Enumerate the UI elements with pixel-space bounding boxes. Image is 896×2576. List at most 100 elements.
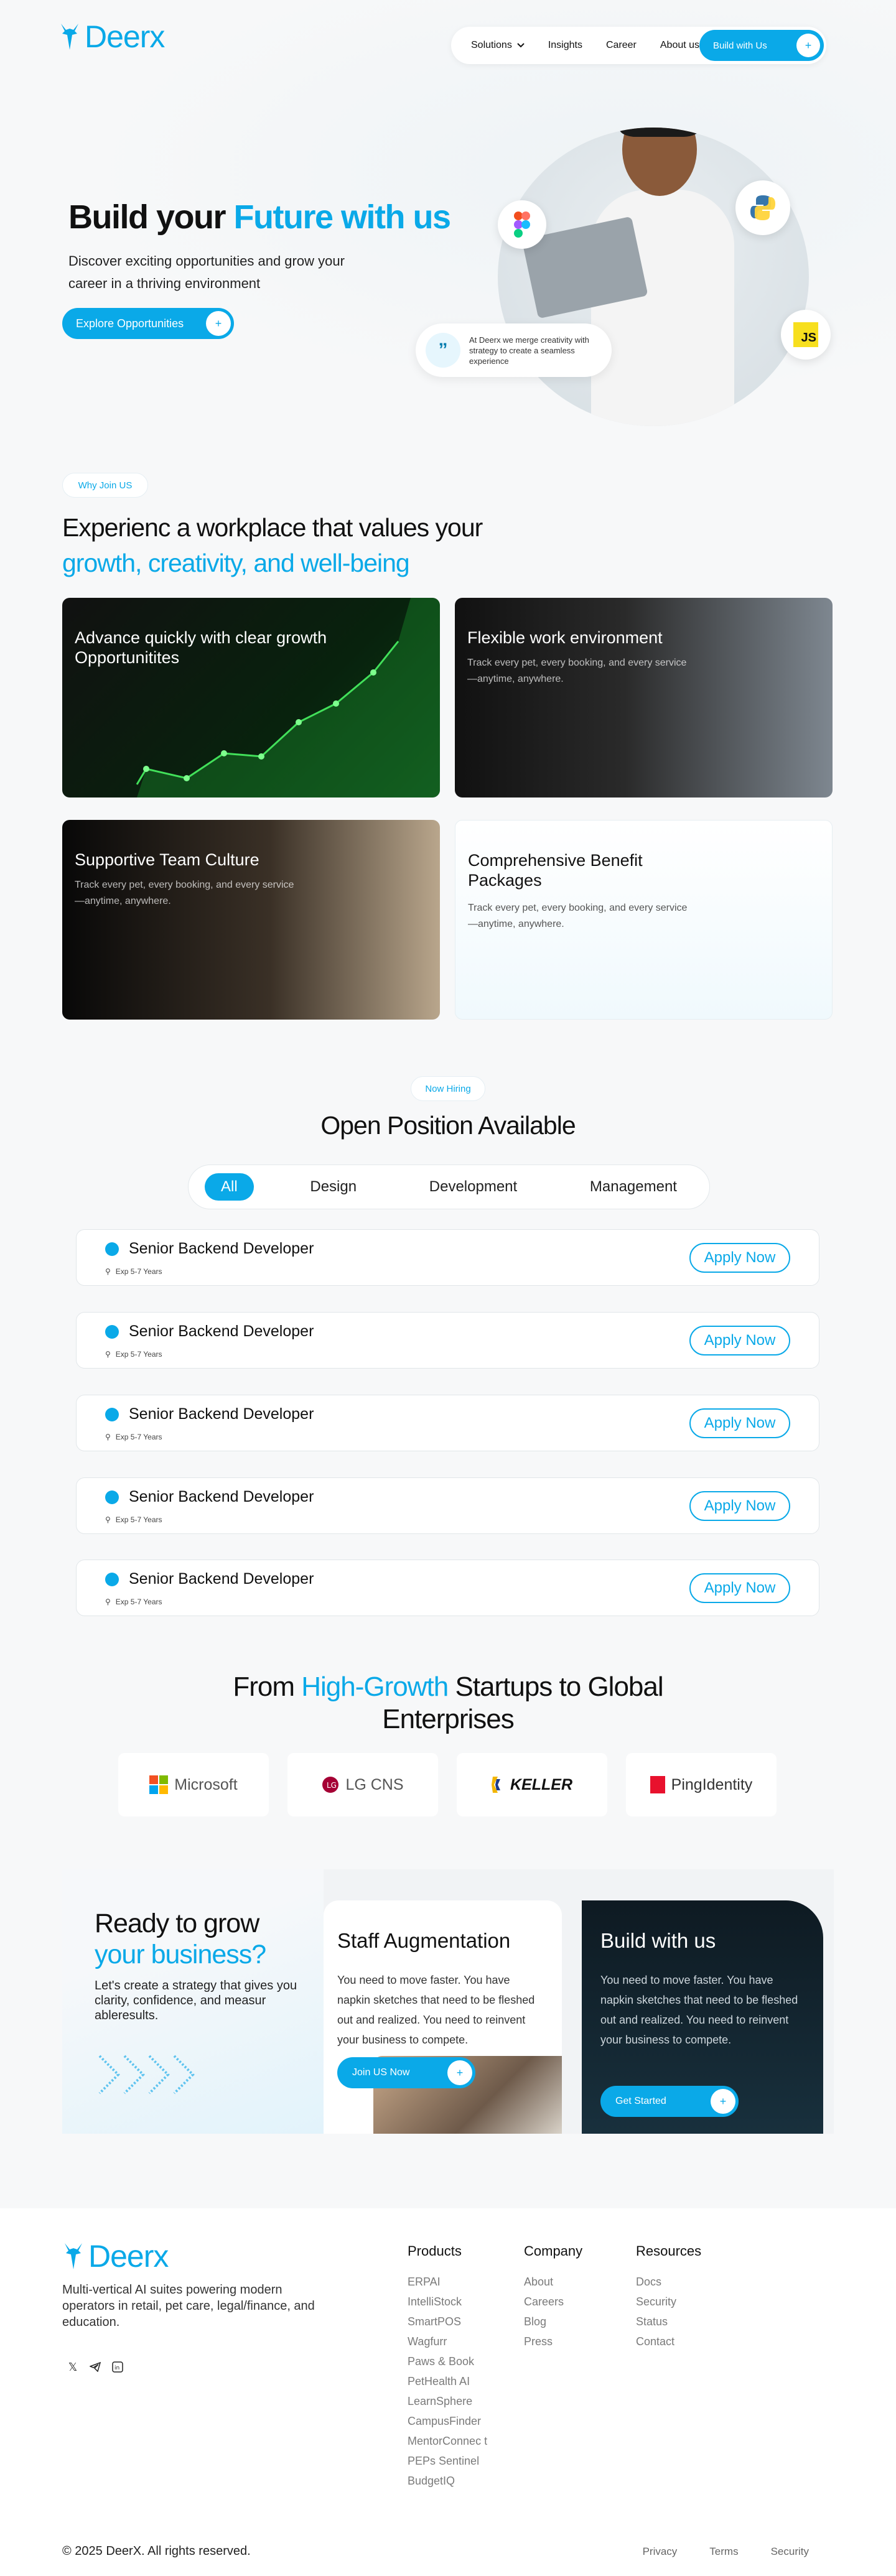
- deer-logo-icon: [65, 2243, 82, 2269]
- telegram-icon[interactable]: [88, 2360, 102, 2374]
- pin-icon: ⚲: [105, 1597, 111, 1606]
- build-title: Build with us: [600, 1929, 716, 1952]
- pin-icon: ⚲: [105, 1433, 111, 1441]
- svg-text:in: in: [114, 2365, 119, 2371]
- footer-link[interactable]: Blog: [524, 2312, 605, 2332]
- footer-link[interactable]: Status: [636, 2312, 717, 2332]
- footer-link[interactable]: About: [524, 2272, 605, 2292]
- footer-link[interactable]: Wagfurr: [408, 2332, 488, 2351]
- staff-title: Staff Augmentation: [337, 1929, 511, 1952]
- footer-link[interactable]: Contact: [636, 2332, 717, 2351]
- nav-item-about[interactable]: About us: [660, 40, 699, 51]
- pin-icon: ⚲: [105, 1350, 111, 1359]
- footer-link[interactable]: ERPAI: [408, 2272, 488, 2292]
- job-title: Senior Backend Developer: [129, 1323, 314, 1340]
- apply-now-button[interactable]: Apply Now: [689, 1326, 790, 1355]
- chevron-arrows-icon: [98, 2055, 195, 2095]
- footer-link[interactable]: Docs: [636, 2272, 717, 2292]
- tab-development[interactable]: Development: [413, 1173, 533, 1201]
- job-title: Senior Backend Developer: [129, 1240, 314, 1257]
- python-icon: [735, 180, 790, 235]
- apply-now-button[interactable]: Apply Now: [689, 1243, 790, 1273]
- top-nav: Solutions Insights Career About us Build…: [451, 27, 826, 64]
- apply-now-button[interactable]: Apply Now: [689, 1491, 790, 1521]
- position-filter-tabs: All Design Development Management: [188, 1165, 710, 1209]
- nav-item-insights[interactable]: Insights: [548, 40, 582, 51]
- build-body: You need to move faster. You have napkin…: [600, 1974, 798, 2046]
- footer-link[interactable]: SmartPOS: [408, 2312, 488, 2332]
- build-with-us-button[interactable]: Build with Us +: [699, 30, 824, 61]
- partner-logo-microsoft: Microsoft: [118, 1753, 269, 1816]
- job-row: Senior Backend Developer ⚲ Exp 5-7 Years …: [76, 1229, 819, 1286]
- partner-logo-pingidentity: PingIdentity: [626, 1753, 777, 1816]
- card-title: Flexible work environment: [467, 628, 663, 647]
- job-row: Senior Backend Developer ⚲ Exp 5-7 Years …: [76, 1395, 819, 1451]
- chevron-down-icon: [517, 43, 525, 48]
- why-join-pill: Why Join US: [62, 473, 148, 498]
- linkedin-icon[interactable]: in: [111, 2360, 124, 2374]
- footer-link[interactable]: PEPs Sentinel: [408, 2451, 488, 2471]
- card-growth: Advance quickly with clear growth Opport…: [62, 598, 440, 797]
- lg-icon: LG: [322, 1777, 339, 1793]
- footer-link[interactable]: PetHealth AI: [408, 2371, 488, 2391]
- card-body: Track every pet, every booking, and ever…: [467, 658, 687, 684]
- footer-link-terms[interactable]: Terms: [709, 2546, 738, 2558]
- partners-title: From High-Growth Startups to Global Ente…: [233, 1672, 663, 1734]
- get-started-button[interactable]: Get Started +: [600, 2086, 739, 2117]
- job-dot-icon: [105, 1573, 119, 1586]
- tab-management[interactable]: Management: [574, 1173, 693, 1201]
- now-hiring-pill: Now Hiring: [411, 1076, 485, 1101]
- footer-link[interactable]: Careers: [524, 2292, 605, 2312]
- svg-text:LG: LG: [327, 1781, 337, 1790]
- card-body: Track every pet, every booking, and ever…: [75, 880, 294, 906]
- job-title: Senior Backend Developer: [129, 1570, 314, 1588]
- footer-link-privacy[interactable]: Privacy: [643, 2546, 678, 2558]
- apply-now-button[interactable]: Apply Now: [689, 1408, 790, 1438]
- job-dot-icon: [105, 1242, 119, 1256]
- tab-all[interactable]: All: [205, 1173, 254, 1201]
- footer-link[interactable]: CampusFinder: [408, 2411, 488, 2431]
- brand-logo[interactable]: Deerx: [57, 19, 165, 55]
- plus-icon: +: [796, 34, 820, 57]
- cta-body: Let's create a strategy that gives you c…: [95, 1979, 297, 2022]
- footer-brand-logo[interactable]: Deerx: [61, 2238, 169, 2274]
- card-flexible-work: Flexible work environment Track every pe…: [455, 598, 833, 797]
- footer-description: Multi-vertical AI suites powering modern…: [62, 2283, 315, 2329]
- brand-name: Deerx: [85, 19, 165, 54]
- keller-icon: [492, 1777, 500, 1793]
- apply-now-button[interactable]: Apply Now: [689, 1573, 790, 1603]
- job-experience: ⚲ Exp 5-7 Years: [105, 1515, 162, 1524]
- footer-link[interactable]: MentorConnec t: [408, 2431, 488, 2451]
- footer-link[interactable]: LearnSphere: [408, 2391, 488, 2411]
- footer-link[interactable]: Press: [524, 2332, 605, 2351]
- build-with-us-card: Build with us You need to move faster. Y…: [582, 1900, 823, 2134]
- footer-resources: Resources Docs Security Status Contact: [636, 2243, 717, 2351]
- join-us-now-button[interactable]: Join US Now +: [337, 2057, 475, 2088]
- job-row: Senior Backend Developer ⚲ Exp 5-7 Years …: [76, 1477, 819, 1534]
- pin-icon: ⚲: [105, 1515, 111, 1524]
- legal-links: Privacy Terms Security: [643, 2546, 809, 2558]
- footer-link[interactable]: IntelliStock: [408, 2292, 488, 2312]
- job-experience: ⚲ Exp 5-7 Years: [105, 1433, 162, 1441]
- footer-link[interactable]: Security: [636, 2292, 717, 2312]
- job-experience: ⚲ Exp 5-7 Years: [105, 1267, 162, 1276]
- explore-opportunities-button[interactable]: Explore Opportunities +: [62, 308, 234, 339]
- card-benefits: Comprehensive Benefit Packages Track eve…: [455, 820, 833, 1020]
- partner-logo-keller: KELLER: [457, 1753, 607, 1816]
- x-icon[interactable]: 𝕏: [66, 2360, 80, 2374]
- card-title: Supportive Team Culture: [75, 850, 259, 869]
- hero-portrait: [498, 128, 809, 426]
- card-title: Advance quickly with clear growth Opport…: [75, 628, 327, 667]
- footer-link-security[interactable]: Security: [771, 2546, 809, 2558]
- job-title: Senior Backend Developer: [129, 1488, 314, 1505]
- nav-item-solutions[interactable]: Solutions: [471, 40, 525, 51]
- nav-item-career[interactable]: Career: [606, 40, 637, 51]
- staff-body: You need to move faster. You have napkin…: [337, 1974, 535, 2046]
- cta-title: Ready to grow your business?: [95, 1909, 266, 1969]
- job-row: Senior Backend Developer ⚲ Exp 5-7 Years …: [76, 1560, 819, 1616]
- footer-link[interactable]: Paws & Book: [408, 2351, 488, 2371]
- job-experience: ⚲ Exp 5-7 Years: [105, 1350, 162, 1359]
- card-team-culture: Supportive Team Culture Track every pet,…: [62, 820, 440, 1020]
- footer-link[interactable]: BudgetIQ: [408, 2471, 488, 2491]
- tab-design[interactable]: Design: [294, 1173, 373, 1201]
